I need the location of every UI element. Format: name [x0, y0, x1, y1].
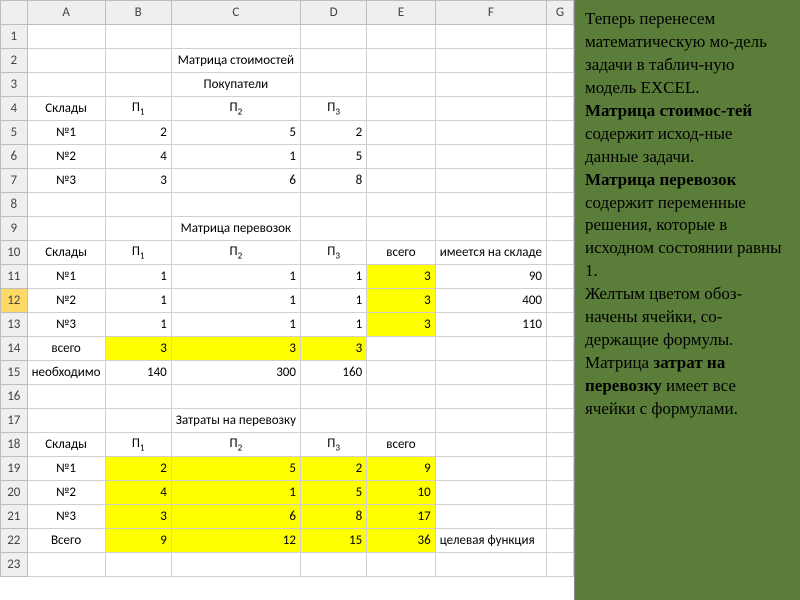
side-p3a: Матрица перевозок — [585, 170, 736, 189]
cell-B21[interactable]: 3 — [105, 505, 171, 529]
row-9[interactable]: 9 — [1, 217, 28, 241]
cell-B14[interactable]: 3 — [105, 337, 171, 361]
cell-D7[interactable]: 8 — [300, 169, 366, 193]
cell-C22[interactable]: 12 — [171, 529, 300, 553]
side-p1: Теперь перенесем математическую мо-дель … — [585, 9, 767, 97]
cell-B19[interactable]: 2 — [105, 457, 171, 481]
col-E[interactable]: E — [367, 1, 436, 25]
cell-E19[interactable]: 9 — [367, 457, 436, 481]
row-3[interactable]: 3 — [1, 73, 28, 97]
cell-D22[interactable]: 15 — [300, 529, 366, 553]
col-D[interactable]: D — [300, 1, 366, 25]
lbl-objective[interactable]: целевая функция — [435, 529, 546, 553]
cell-E12[interactable]: 3 — [367, 289, 436, 313]
spreadsheet-grid: A B C D E F G 1 2 Матрица стоимостей 3 Пок… — [0, 0, 574, 577]
title-buyers[interactable]: Покупатели — [171, 73, 300, 97]
row-21[interactable]: 21 — [1, 505, 28, 529]
row-2[interactable]: 2 — [1, 49, 28, 73]
side-p2a: Матрица стоимос-тей — [585, 101, 752, 120]
side-p3b: содержит переменные решения, которые в и… — [585, 193, 782, 281]
row-8[interactable]: 8 — [1, 193, 28, 217]
row-23[interactable]: 23 — [1, 553, 28, 577]
lbl-warehouses[interactable]: Склады — [27, 97, 105, 121]
cell-C12[interactable]: 1 — [171, 289, 300, 313]
row-15[interactable]: 15 — [1, 361, 28, 385]
cell-B6[interactable]: 4 — [105, 145, 171, 169]
side-p4: Желтым цветом обоз-начены ячейки, со-дер… — [585, 284, 742, 349]
explanation-panel: Теперь перенесем математическую мо-дель … — [575, 0, 800, 600]
row-14[interactable]: 14 — [1, 337, 28, 361]
col-C[interactable]: C — [171, 1, 300, 25]
row-11[interactable]: 11 — [1, 265, 28, 289]
spreadsheet: A B C D E F G 1 2 Матрица стоимостей 3 Пок… — [0, 0, 575, 600]
row-16[interactable]: 16 — [1, 385, 28, 409]
cost-r1-name[interactable]: №1 — [27, 121, 105, 145]
cell-E11[interactable]: 3 — [367, 265, 436, 289]
cell-C7[interactable]: 6 — [171, 169, 300, 193]
row-19[interactable]: 19 — [1, 457, 28, 481]
cell-D12[interactable]: 1 — [300, 289, 366, 313]
cell-D5[interactable]: 2 — [300, 121, 366, 145]
row-6[interactable]: 6 — [1, 145, 28, 169]
row-7[interactable]: 7 — [1, 169, 28, 193]
lbl-p3[interactable]: П3 — [300, 97, 366, 121]
title-expense[interactable]: Затраты на перевозку — [171, 409, 300, 433]
cell-E22[interactable]: 36 — [367, 529, 436, 553]
cell-C21[interactable]: 6 — [171, 505, 300, 529]
cell-B12[interactable]: 1 — [105, 289, 171, 313]
cell-B15[interactable]: 140 — [105, 361, 171, 385]
title-cost[interactable]: Матрица стоимостей — [171, 49, 300, 73]
col-F[interactable]: F — [435, 1, 546, 25]
col-A[interactable]: A — [27, 1, 105, 25]
cost-r2-name[interactable]: №2 — [27, 145, 105, 169]
row-13[interactable]: 13 — [1, 313, 28, 337]
side-p2b: содержит исход-ные данные задачи. — [585, 124, 732, 166]
cell-B5[interactable]: 2 — [105, 121, 171, 145]
cell-C6[interactable]: 1 — [171, 145, 300, 169]
cell-F13[interactable]: 110 — [435, 313, 546, 337]
cell-C13[interactable]: 1 — [171, 313, 300, 337]
cell-B22[interactable]: 9 — [105, 529, 171, 553]
cell-C14[interactable]: 3 — [171, 337, 300, 361]
row-12[interactable]: 12 — [1, 289, 28, 313]
col-B[interactable]: B — [105, 1, 171, 25]
side-p5a: Матрица — [585, 353, 653, 372]
lbl-p1[interactable]: П1 — [105, 97, 171, 121]
cell-B7[interactable]: 3 — [105, 169, 171, 193]
cell-D14[interactable]: 3 — [300, 337, 366, 361]
col-G[interactable]: G — [547, 1, 574, 25]
cell-F12[interactable]: 400 — [435, 289, 546, 313]
cell-C20[interactable]: 1 — [171, 481, 300, 505]
row-5[interactable]: 5 — [1, 121, 28, 145]
cell-E21[interactable]: 17 — [367, 505, 436, 529]
row-18[interactable]: 18 — [1, 433, 28, 457]
cell-D11[interactable]: 1 — [300, 265, 366, 289]
select-all-corner[interactable] — [1, 1, 28, 25]
cell-C19[interactable]: 5 — [171, 457, 300, 481]
cell-C5[interactable]: 5 — [171, 121, 300, 145]
cell-F11[interactable]: 90 — [435, 265, 546, 289]
cell-C11[interactable]: 1 — [171, 265, 300, 289]
cell-D13[interactable]: 1 — [300, 313, 366, 337]
cell-C15[interactable]: 300 — [171, 361, 300, 385]
cell-D20[interactable]: 5 — [300, 481, 366, 505]
cell-B20[interactable]: 4 — [105, 481, 171, 505]
row-10[interactable]: 10 — [1, 241, 28, 265]
lbl-p2[interactable]: П2 — [171, 97, 300, 121]
row-4[interactable]: 4 — [1, 97, 28, 121]
cost-r3-name[interactable]: №3 — [27, 169, 105, 193]
row-1[interactable]: 1 — [1, 25, 28, 49]
cell-E20[interactable]: 10 — [367, 481, 436, 505]
row-20[interactable]: 20 — [1, 481, 28, 505]
cell-D19[interactable]: 2 — [300, 457, 366, 481]
cell-D21[interactable]: 8 — [300, 505, 366, 529]
cell-B13[interactable]: 1 — [105, 313, 171, 337]
cell-D15[interactable]: 160 — [300, 361, 366, 385]
cell-E13[interactable]: 3 — [367, 313, 436, 337]
title-transport[interactable]: Матрица перевозок — [171, 217, 300, 241]
cell-D6[interactable]: 5 — [300, 145, 366, 169]
row-17[interactable]: 17 — [1, 409, 28, 433]
cell-B11[interactable]: 1 — [105, 265, 171, 289]
row-22[interactable]: 22 — [1, 529, 28, 553]
